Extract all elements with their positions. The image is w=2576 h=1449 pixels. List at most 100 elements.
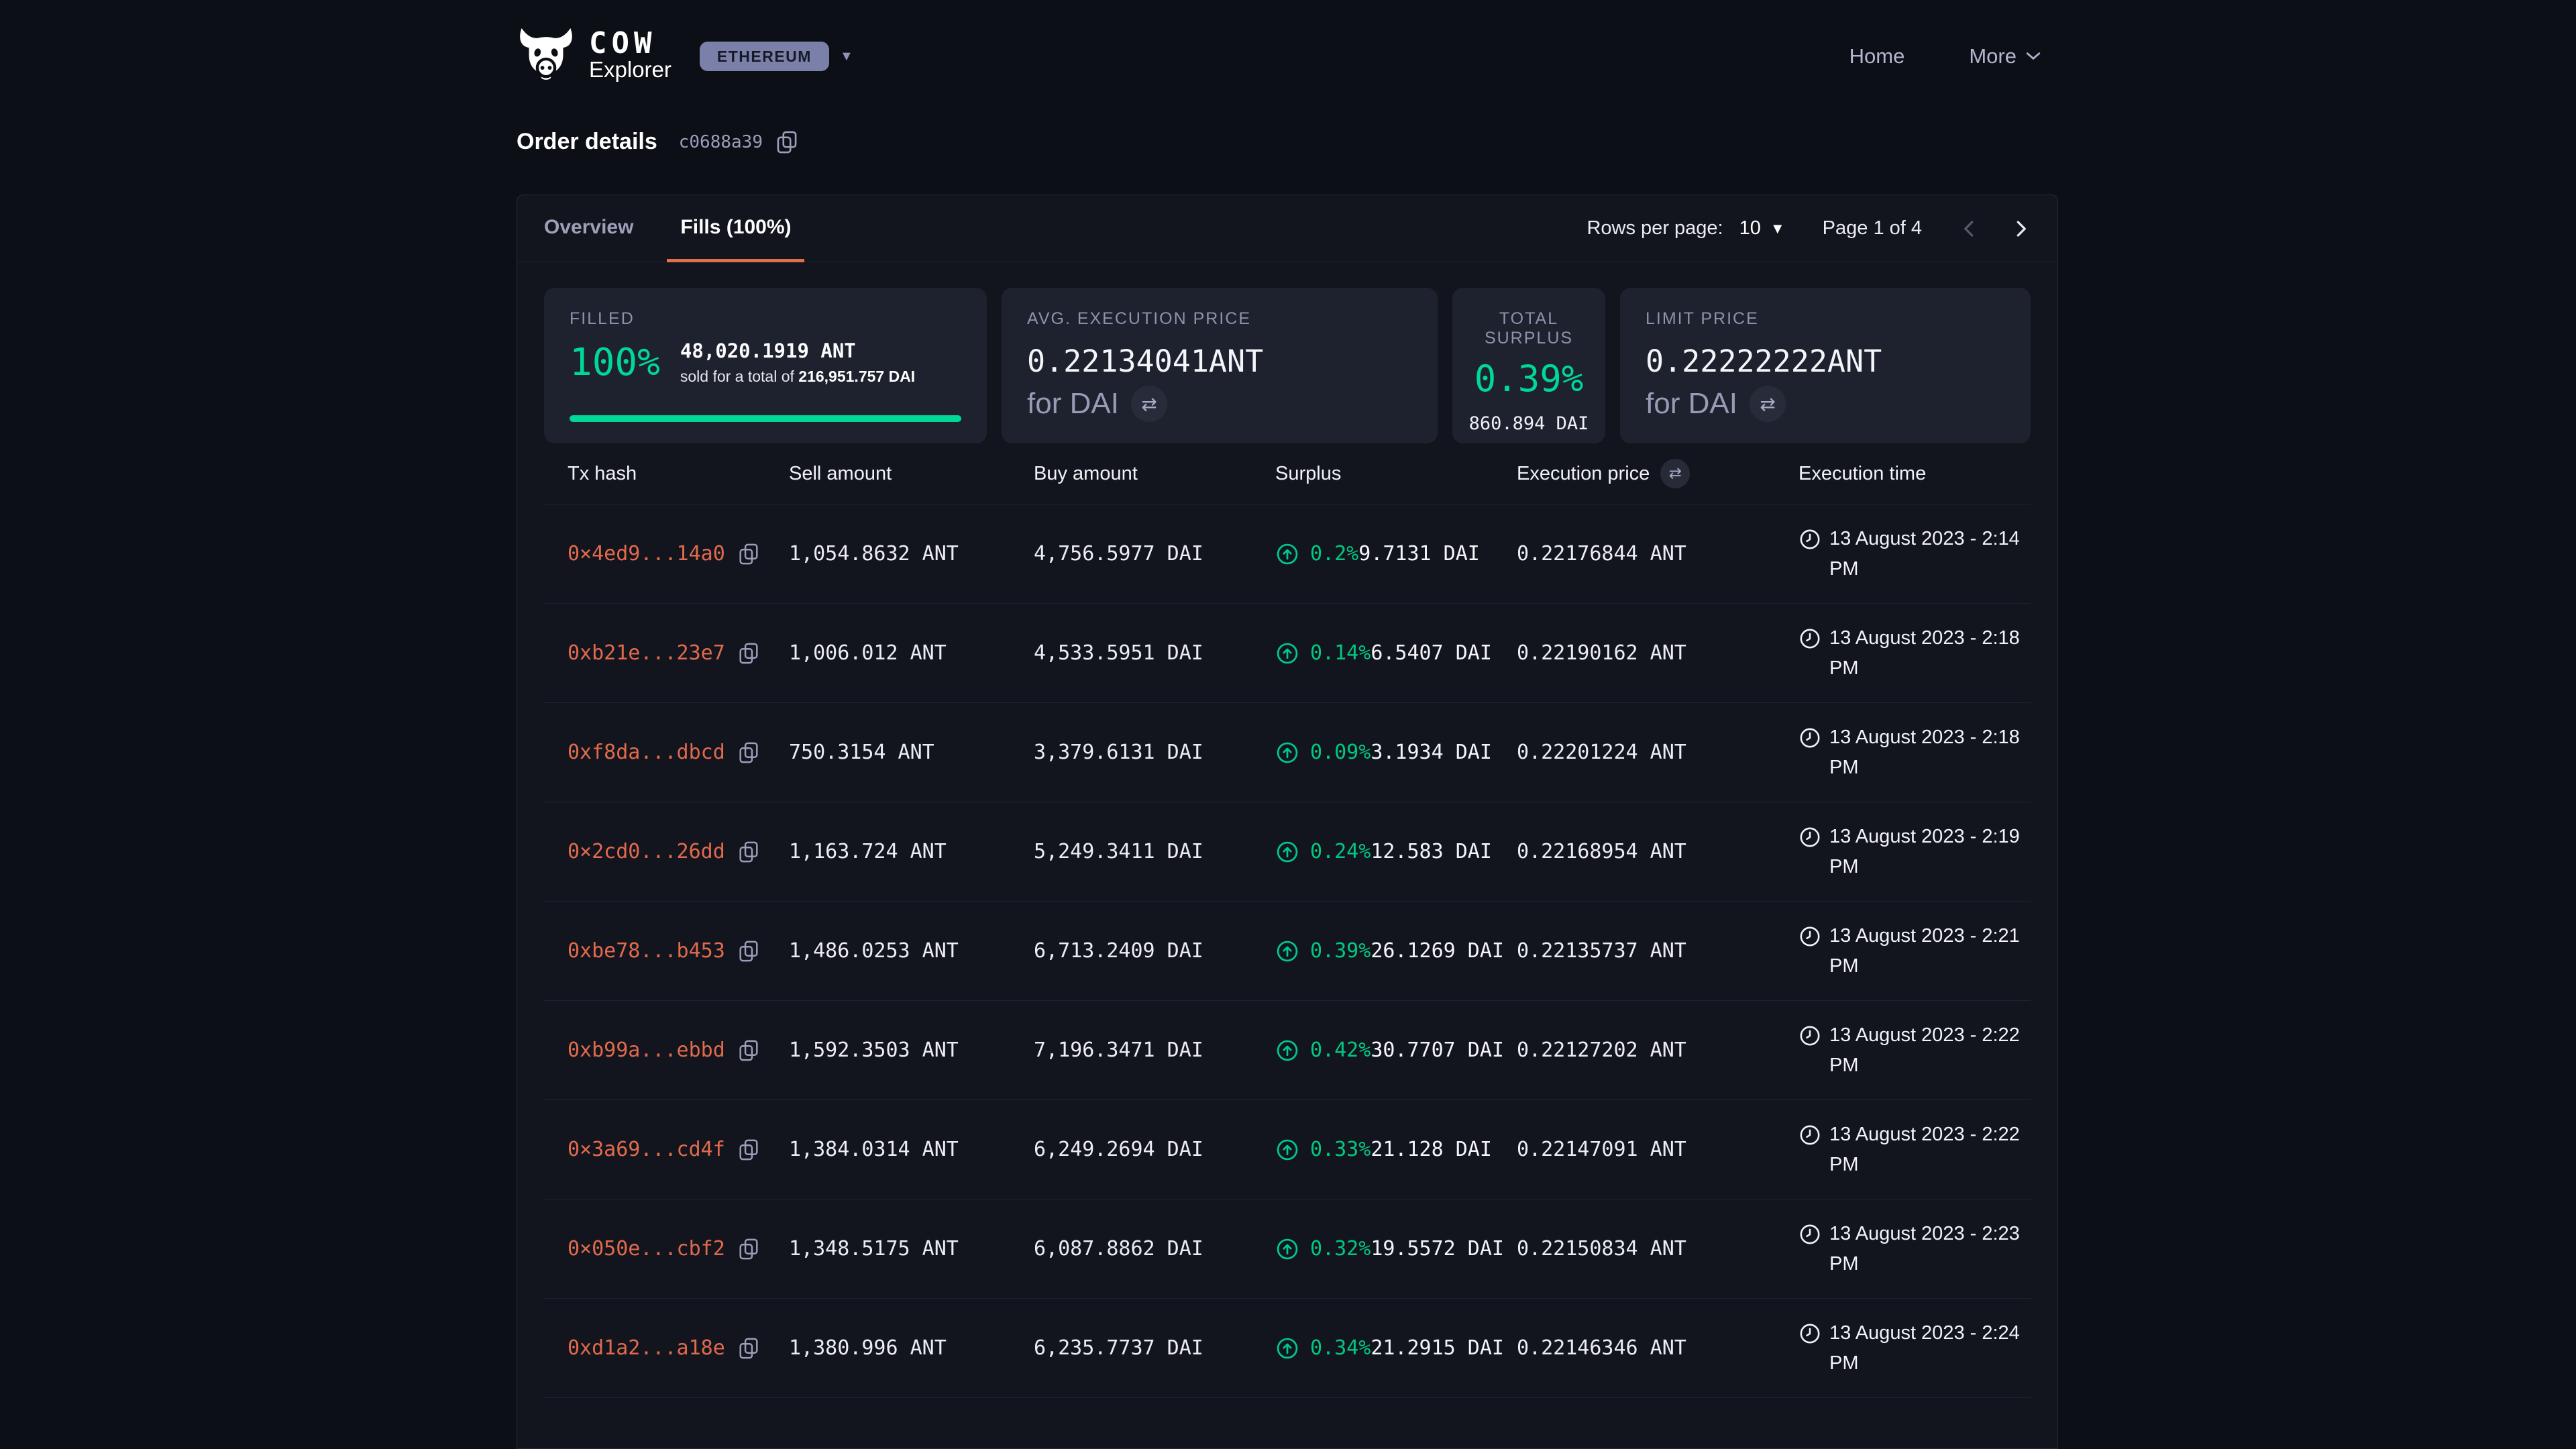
copy-icon <box>739 643 759 664</box>
brand-group: COW Explorer ETHEREUM ▼ <box>517 28 853 85</box>
nav-home[interactable]: Home <box>1849 44 1905 68</box>
surplus-up-arrow-icon <box>1275 542 1299 566</box>
nav-more[interactable]: More <box>1969 44 2041 68</box>
surplus-up-arrow-icon <box>1275 840 1299 864</box>
table-row: 0xf8da...dbcd 750.3154 ANT 3,379.6131 DA… <box>544 702 2031 802</box>
swap-icon: ⇄ <box>1760 393 1775 415</box>
col-header-sell-amount: Sell amount <box>789 463 1034 485</box>
execution-time-cell: 13 August 2023 - 2:22 PM <box>1799 1020 2035 1081</box>
buy-amount-cell: 5,249.3411 DAI <box>1034 840 1275 863</box>
avg-price-invert-button[interactable]: ⇄ <box>1131 386 1167 422</box>
table-row: 0xd1a2...a18e 1,380.996 ANT 6,235.7737 D… <box>544 1298 2031 1397</box>
execution-price-cell: 0.22176844 ANT <box>1517 542 1799 566</box>
tx-hash-link[interactable]: 0xb99a...ebbd <box>568 1038 725 1062</box>
execution-time-cell: 13 August 2023 - 2:24 PM <box>1799 1318 2035 1379</box>
filled-amount: 48,020.1919 ANT <box>680 339 915 362</box>
buy-amount-cell: 6,235.7737 DAI <box>1034 1336 1275 1360</box>
copy-icon <box>776 131 798 154</box>
tx-hash-link[interactable]: 0xb21e...23e7 <box>568 641 725 665</box>
copy-tx-hash-button[interactable] <box>739 742 759 763</box>
execution-time-cell: 13 August 2023 - 2:14 PM <box>1799 524 2035 584</box>
surplus-amount: 21.2915 DAI <box>1371 1336 1504 1360</box>
surplus-amount: 9.7131 DAI <box>1358 542 1480 566</box>
total-surplus-percent: 0.39% <box>1474 358 1584 400</box>
copy-icon <box>739 742 759 763</box>
surplus-cell: 0.2%9.7131 DAI <box>1275 542 1517 566</box>
copy-tx-hash-button[interactable] <box>739 1139 759 1161</box>
surplus-cell: 0.33%21.128 DAI <box>1275 1138 1517 1162</box>
surplus-up-arrow-icon <box>1275 641 1299 665</box>
limit-price-for-line: for DAI <box>1646 387 1737 421</box>
chevron-right-icon <box>2010 215 2031 243</box>
rows-per-page-select[interactable]: 10 ▼ <box>1739 217 1785 239</box>
sell-amount-cell: 1,380.996 ANT <box>789 1336 1034 1360</box>
top-bar: COW Explorer ETHEREUM ▼ Home More <box>517 0 2059 113</box>
network-selector[interactable]: ETHEREUM <box>700 42 829 71</box>
execution-time-text: 13 August 2023 - 2:19 PM <box>1829 822 2035 882</box>
tx-hash-link[interactable]: 0×2cd0...26dd <box>568 840 725 863</box>
table-header-row: Tx hash Sell amount Buy amount Surplus E… <box>544 443 2031 504</box>
copy-tx-hash-button[interactable] <box>739 543 759 565</box>
execution-time-cell: 13 August 2023 - 2:19 PM <box>1799 822 2035 882</box>
card-total-surplus: TOTAL SURPLUS 0.39% 860.894 DAI <box>1452 288 1605 443</box>
buy-amount-cell: 3,379.6131 DAI <box>1034 741 1275 764</box>
network-label: ETHEREUM <box>717 48 812 66</box>
limit-price-invert-button[interactable]: ⇄ <box>1750 386 1786 422</box>
copy-tx-hash-button[interactable] <box>739 643 759 664</box>
surplus-amount: 26.1269 DAI <box>1371 939 1504 963</box>
surplus-percent: 0.39% <box>1310 939 1371 963</box>
total-surplus-amount: 860.894 DAI <box>1469 413 1589 434</box>
cow-explorer-logo[interactable]: COW Explorer <box>517 28 672 85</box>
table-row: 0×4ed9...14a0 1,054.8632 ANT 4,756.5977 … <box>544 504 2031 603</box>
copy-order-id-button[interactable] <box>776 131 798 154</box>
page-status: Page 1 of 4 <box>1823 217 1922 239</box>
tx-hash-link[interactable]: 0xf8da...dbcd <box>568 741 725 764</box>
price-invert-toggle-button[interactable]: ⇄ <box>1660 459 1690 488</box>
tx-hash-link[interactable]: 0×3a69...cd4f <box>568 1138 725 1161</box>
tab-fills[interactable]: Fills (100%) <box>667 195 804 262</box>
execution-time-text: 13 August 2023 - 2:14 PM <box>1829 524 2035 584</box>
sell-amount-cell: 1,054.8632 ANT <box>789 542 1034 566</box>
copy-tx-hash-button[interactable] <box>739 1338 759 1359</box>
clock-icon <box>1799 627 1821 650</box>
tab-overview[interactable]: Overview <box>531 195 647 262</box>
limit-price-label: LIMIT PRICE <box>1646 309 2005 329</box>
logo-wordmark: COW Explorer <box>589 30 672 83</box>
main-nav: Home More <box>1849 44 2041 68</box>
col-header-tx-hash: Tx hash <box>544 463 789 485</box>
surplus-amount: 3.1934 DAI <box>1371 741 1492 764</box>
execution-time-cell: 13 August 2023 - 2:18 PM <box>1799 623 2035 684</box>
execution-price-cell: 0.22146346 ANT <box>1517 1336 1799 1360</box>
sell-amount-cell: 750.3154 ANT <box>789 741 1034 764</box>
surplus-cell: 0.39%26.1269 DAI <box>1275 939 1517 963</box>
execution-time-cell: 13 August 2023 - 2:22 PM <box>1799 1120 2035 1180</box>
tx-hash-link[interactable]: 0×4ed9...14a0 <box>568 542 725 566</box>
tx-hash-link[interactable]: 0xbe78...b453 <box>568 939 725 963</box>
col-header-execution-price: Execution price <box>1517 463 1650 485</box>
card-filled: FILLED 100% 48,020.1919 ANT sold for a t… <box>544 288 987 443</box>
tabs-row: Overview Fills (100%) Rows per page: 10 … <box>517 195 2057 262</box>
clock-icon <box>1799 925 1821 948</box>
copy-tx-hash-button[interactable] <box>739 1238 759 1260</box>
tx-hash-link[interactable]: 0xd1a2...a18e <box>568 1336 725 1360</box>
surplus-up-arrow-icon <box>1275 939 1299 963</box>
swap-icon: ⇄ <box>1141 393 1157 415</box>
copy-tx-hash-button[interactable] <box>739 1040 759 1061</box>
fill-progress-bar <box>570 415 961 422</box>
copy-tx-hash-button[interactable] <box>739 941 759 962</box>
execution-time-text: 13 August 2023 - 2:22 PM <box>1829 1120 2035 1180</box>
execution-price-cell: 0.22201224 ANT <box>1517 741 1799 764</box>
prev-page-button[interactable] <box>1960 215 1980 243</box>
next-page-button[interactable] <box>2010 215 2031 243</box>
table-row: 0xb99a...ebbd 1,592.3503 ANT 7,196.3471 … <box>544 1000 2031 1099</box>
card-limit-price: LIMIT PRICE 0.22222222ANT for DAI ⇄ <box>1620 288 2031 443</box>
buy-amount-cell: 6,087.8862 DAI <box>1034 1237 1275 1260</box>
clock-icon <box>1799 1024 1821 1047</box>
copy-icon <box>739 941 759 962</box>
execution-time-cell: 13 August 2023 - 2:18 PM <box>1799 722 2035 783</box>
copy-tx-hash-button[interactable] <box>739 841 759 863</box>
buy-amount-cell: 6,249.2694 DAI <box>1034 1138 1275 1161</box>
tx-hash-link[interactable]: 0×050e...cbf2 <box>568 1237 725 1260</box>
surplus-cell: 0.42%30.7707 DAI <box>1275 1038 1517 1063</box>
surplus-percent: 0.09% <box>1310 741 1371 764</box>
